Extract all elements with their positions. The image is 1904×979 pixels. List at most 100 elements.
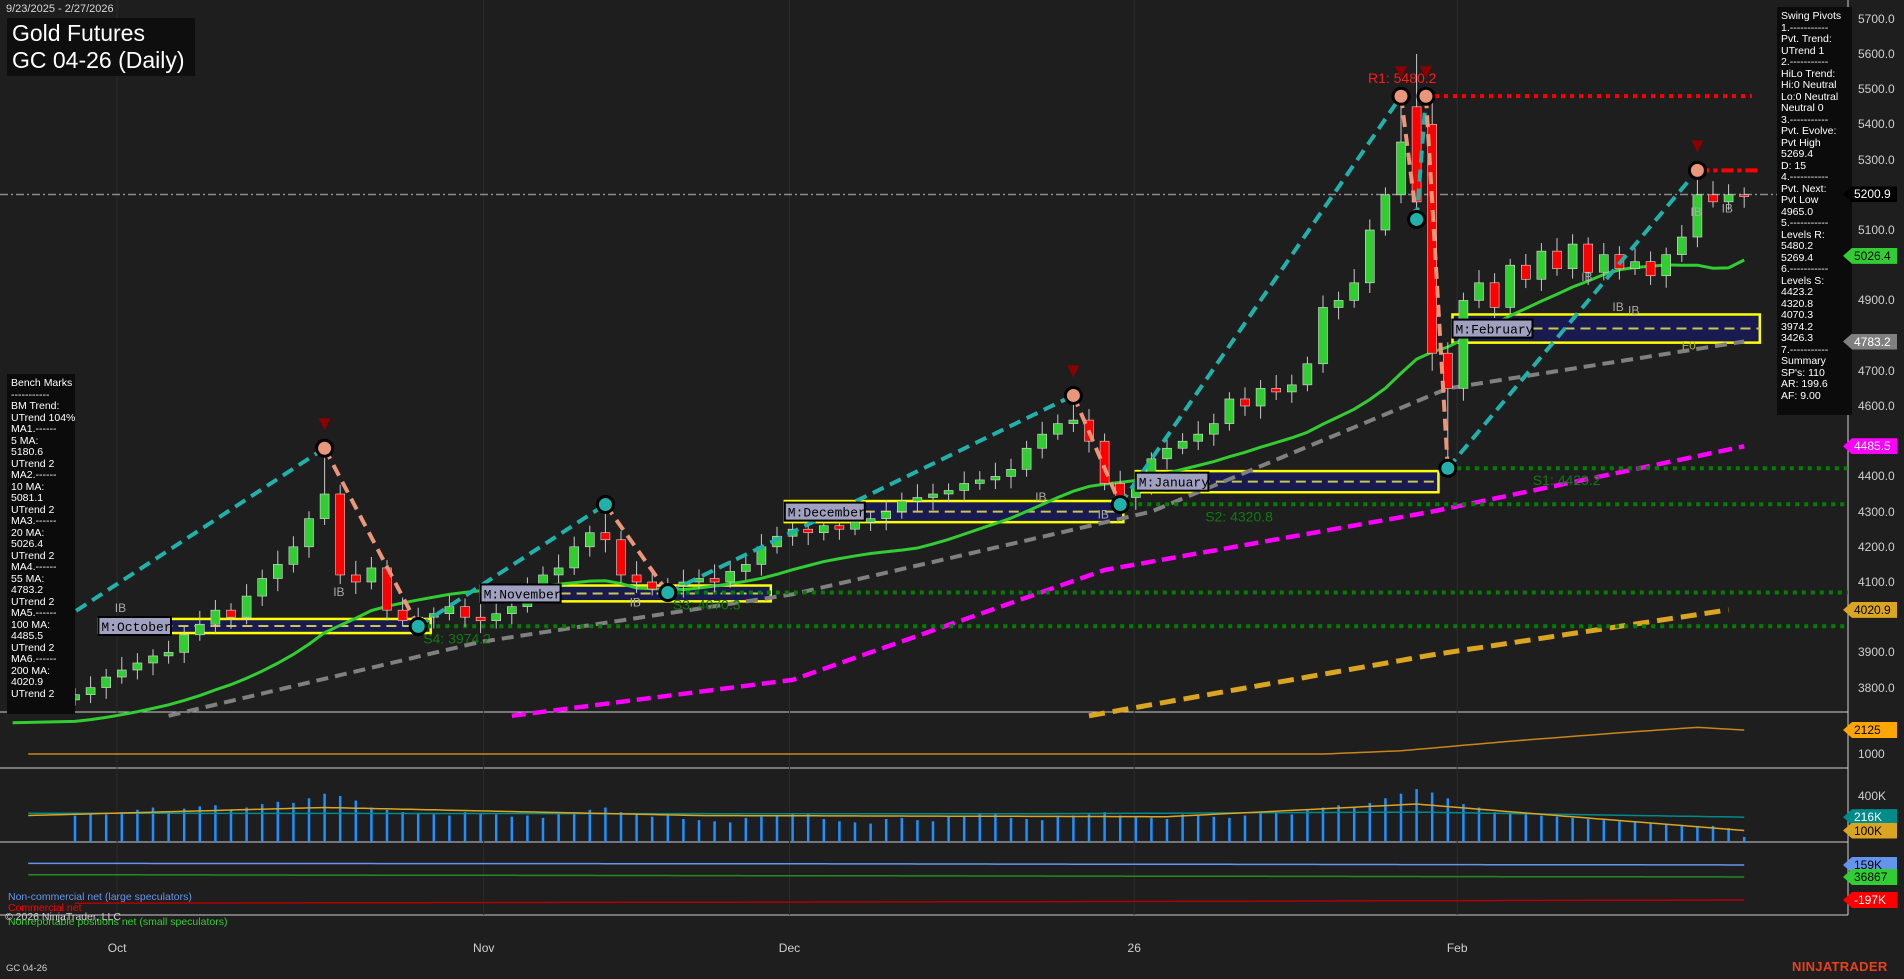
time-tick-label: Feb	[1446, 941, 1468, 955]
candle-body	[1053, 423, 1063, 435]
candle-body	[1630, 261, 1640, 270]
copyright: © 2026 NinjaTrader, LLC	[5, 911, 121, 923]
candle-body	[1037, 433, 1047, 449]
candle-body	[600, 532, 611, 541]
bench-line: MA6.------	[11, 653, 57, 665]
swing-pivots-panel: Swing Pivots 1.----------- Pvt. Trend: UTre…	[1777, 7, 1852, 415]
price-tick-label: 4900.0	[1858, 293, 1895, 308]
swing-high-marker	[1063, 385, 1083, 405]
price-tick-label: 4600.0	[1858, 399, 1895, 413]
ib-label: IB	[1581, 270, 1592, 284]
candle-body	[1505, 264, 1515, 308]
monthly-box-label: M:February	[1455, 323, 1533, 338]
candle-body	[1380, 194, 1391, 231]
pivot-high-triangle	[318, 418, 331, 431]
bench-line: 4485.5	[11, 630, 44, 642]
monthly-box-label: M:November	[484, 587, 562, 602]
candle-body	[1567, 243, 1578, 270]
value-tag: -197K	[1843, 891, 1897, 908]
candle-body	[366, 567, 377, 583]
candle-body	[709, 578, 720, 583]
price-chart[interactable]: R1: 5480.2S1: 4423.2S2: 4320.8S3: 4070.3…	[0, 0, 1904, 979]
value-tag: 100K	[1843, 822, 1897, 839]
swing-line: AR: 199.6	[1781, 378, 1828, 390]
candle-body	[818, 525, 829, 534]
value-tag: 4783.2	[1843, 333, 1897, 350]
swing-line: 5269.4	[1781, 148, 1814, 160]
swing-line: 4.-----------	[1781, 171, 1829, 183]
swing-line: Pvt. Evolve:	[1781, 125, 1837, 137]
f0-label: F0	[1682, 339, 1696, 353]
swing-low-marker	[1407, 209, 1427, 229]
bench-line: Bench Marks	[11, 377, 73, 389]
candle-body	[1193, 433, 1203, 442]
ib-label: IB	[333, 585, 344, 599]
bench-line: MA3.------	[11, 515, 57, 527]
candle-body	[959, 483, 970, 491]
candle-body	[85, 687, 96, 695]
ib-label: IB	[630, 596, 641, 610]
ib-label: IB	[1690, 205, 1701, 219]
date-range: 9/23/2025 - 2/27/2026	[6, 3, 114, 15]
bench-line: MA2.------	[11, 469, 57, 481]
price-tick-label: 5400.0	[1858, 117, 1895, 132]
swing-line: Summary	[1781, 355, 1826, 367]
price-tick-label: 4200.0	[1858, 539, 1895, 554]
ib-label: IB	[1612, 300, 1623, 314]
candle-body	[1177, 440, 1188, 449]
bench-line: 4783.2	[11, 584, 44, 596]
cot-commercial-line	[75, 899, 1745, 904]
candle-body	[1739, 194, 1749, 197]
candle-body	[584, 532, 595, 548]
candle-body	[834, 525, 845, 530]
candle-body	[1099, 440, 1110, 484]
ib-label: IB	[1628, 303, 1639, 317]
candle-body	[1068, 419, 1079, 424]
price-tick-label: 4400.0	[1858, 469, 1895, 484]
candle-body	[1240, 398, 1250, 407]
candle-body	[990, 476, 1001, 481]
swing-line: 5.-----------	[1781, 217, 1829, 229]
price-tick-label: 3800.0	[1858, 680, 1895, 695]
price-tick-label: 5300.0	[1858, 152, 1895, 167]
price-tick-label: 4300.0	[1858, 504, 1895, 519]
value-tag: 5200.9	[1843, 186, 1897, 203]
swing-low-marker	[408, 616, 428, 636]
time-tick-label: Oct	[107, 941, 127, 955]
candle-body	[1458, 300, 1469, 389]
level-label: S3: 4070.3	[673, 596, 741, 612]
candle-body	[350, 574, 361, 583]
candle-body	[803, 528, 814, 534]
candle-body	[1162, 447, 1172, 460]
swing-line: Neutral 0	[1781, 102, 1824, 114]
candle-body	[928, 493, 938, 498]
candle-body	[1255, 388, 1266, 407]
candle-body	[319, 493, 330, 519]
swing-high-marker	[1416, 86, 1436, 106]
price-tick-label: 5700.0	[1858, 11, 1895, 26]
bench-marks-panel: Bench Marks ----------- BM Trend: UTrend 10…	[7, 374, 75, 714]
candle-body	[1224, 398, 1235, 424]
candle-body	[740, 564, 751, 572]
value-tag: 36867	[1843, 868, 1897, 885]
ma55-line	[168, 339, 1745, 718]
swing-line: 4070.3	[1781, 309, 1814, 321]
swing-line: Hi:0 Neutral	[1781, 79, 1837, 91]
bench-line: 5081.1	[11, 492, 44, 504]
candle-body	[1271, 388, 1281, 393]
time-tick-label: 26	[1127, 941, 1141, 955]
candle-body	[1552, 250, 1562, 270]
candle-body	[974, 479, 985, 484]
candle-body	[616, 539, 626, 576]
candle-body	[1661, 254, 1671, 277]
title-instrument: Gold Futures	[12, 20, 145, 46]
price-tick-label: 3900.0	[1858, 645, 1895, 660]
candle-body	[1302, 363, 1313, 386]
candle-body	[304, 518, 314, 548]
candle-body	[506, 606, 517, 614]
candle-body	[460, 606, 470, 618]
candle-body	[1287, 384, 1297, 393]
bench-line: 5180.6	[11, 446, 44, 458]
candle-body	[101, 676, 111, 688]
instrument-label: GC 04-26	[6, 963, 48, 974]
